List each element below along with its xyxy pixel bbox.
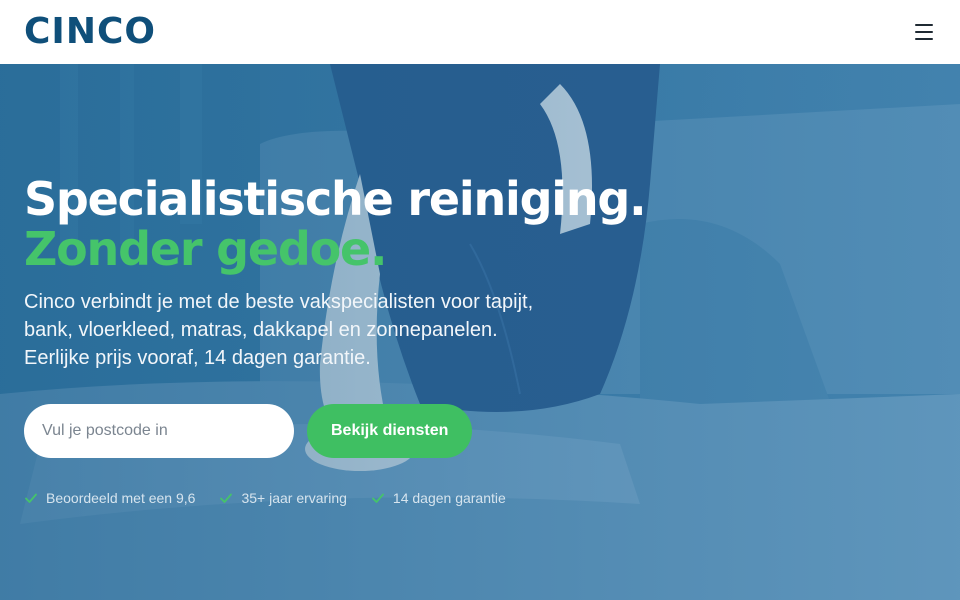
- intro-line: Eerlijke prijs vooraf, 14 dagen garantie…: [24, 347, 371, 369]
- check-icon: [220, 493, 233, 503]
- hero-headline: Specialistische reiniging. Zonder gedoe.: [24, 172, 647, 276]
- headline-line-2: Zonder gedoe.: [24, 222, 387, 276]
- cinco-logo[interactable]: CINCO: [24, 14, 156, 50]
- usp-item: 35+ jaar ervaring: [219, 490, 347, 506]
- postcode-input[interactable]: [24, 404, 294, 458]
- hero-section: Specialistische reiniging. Zonder gedoe.…: [0, 64, 960, 600]
- site-header: CINCO: [0, 0, 960, 64]
- hamburger-menu-icon[interactable]: [912, 20, 936, 44]
- check-icon: [25, 493, 37, 503]
- postcode-search: Bekijk diensten: [24, 404, 473, 458]
- intro-line: Cinco verbindt je met de beste vakspecia…: [24, 291, 534, 313]
- hero-intro: Cinco verbindt je met de beste vakspecia…: [24, 288, 604, 372]
- usp-item: 14 dagen garantie: [371, 490, 506, 506]
- usp-label: Beoordeeld met een 9,6: [46, 490, 196, 506]
- usp-list: Beoordeeld met een 9,6 35+ jaar ervaring…: [24, 490, 506, 506]
- check-icon: [372, 493, 384, 503]
- usp-label: 35+ jaar ervaring: [241, 490, 347, 506]
- usp-label: 14 dagen garantie: [392, 490, 506, 506]
- usp-item: Beoordeeld met een 9,6: [24, 490, 195, 506]
- intro-line: bank, vloerkleed, matras, dakkapel en zo…: [24, 319, 498, 341]
- view-services-button[interactable]: Bekijk diensten: [307, 404, 473, 458]
- headline-line-1: Specialistische reiniging.: [24, 172, 647, 226]
